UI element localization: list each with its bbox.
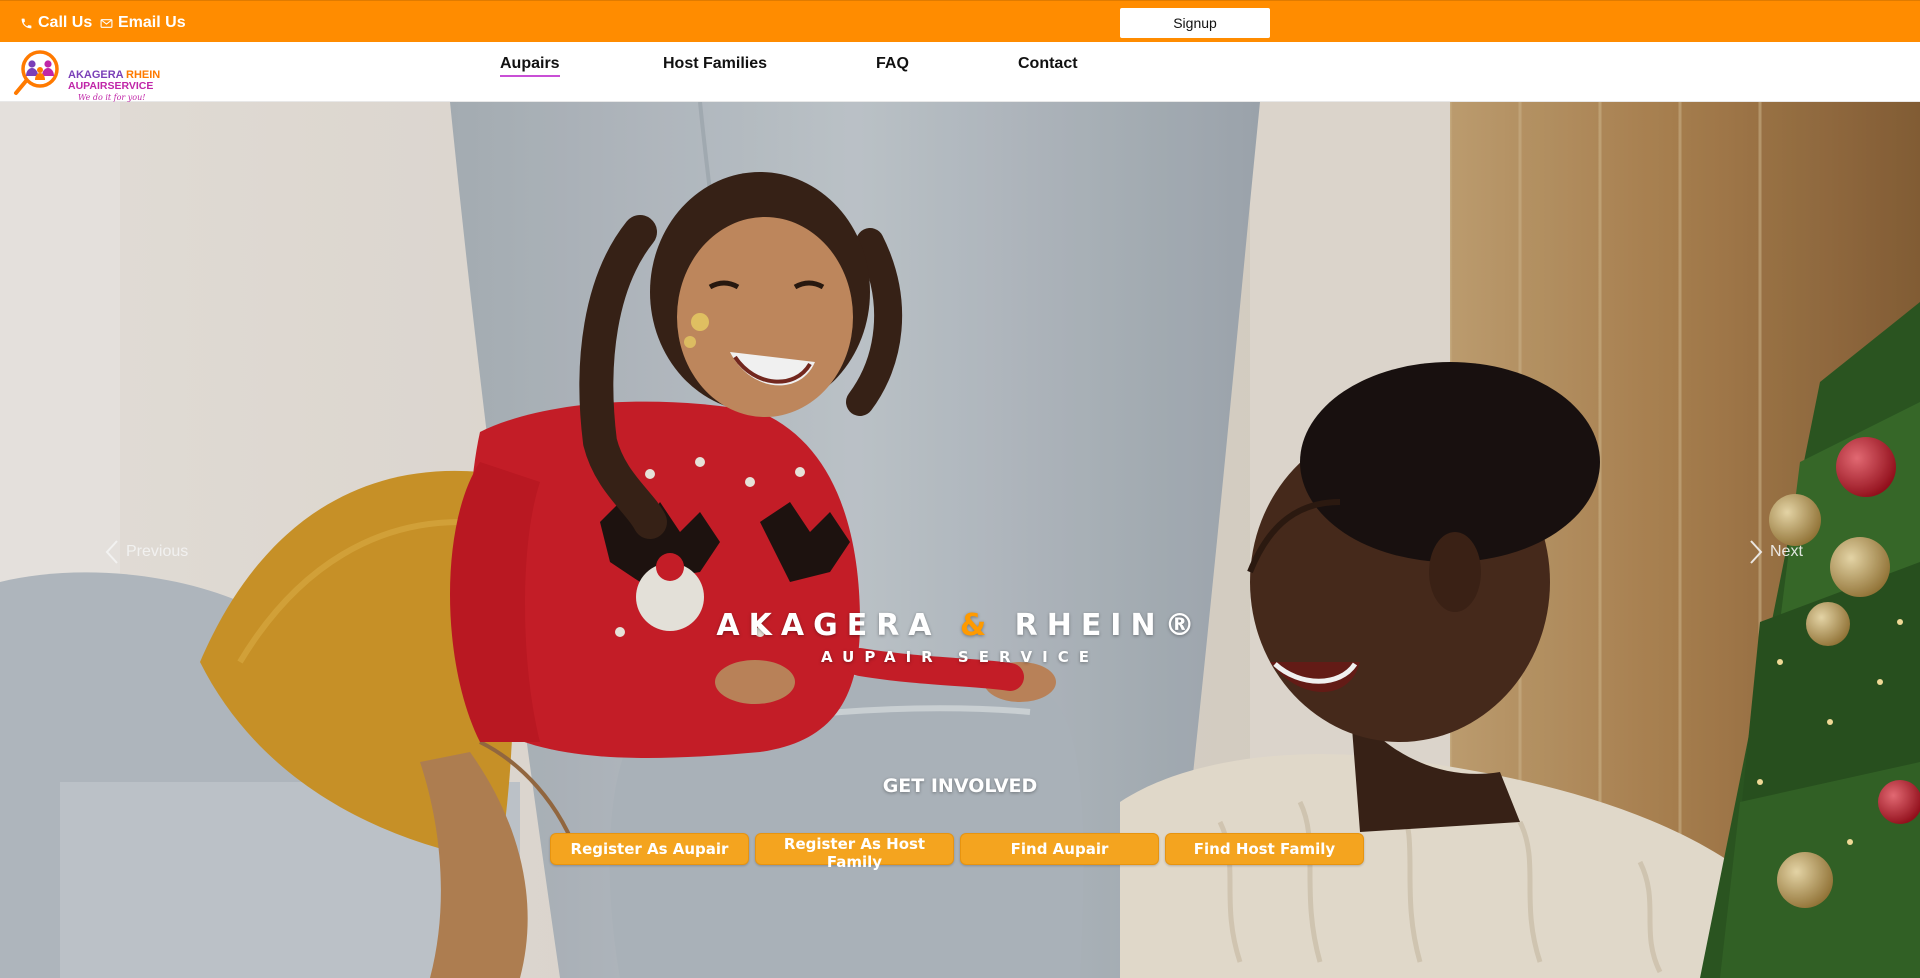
cta-button-row: Register As Aupair Register As Host Fami… (550, 833, 1364, 871)
carousel-next-label: Next (1770, 543, 1803, 560)
email-us-link[interactable]: Email Us (100, 14, 186, 32)
envelope-icon (100, 17, 113, 30)
register-host-family-button[interactable]: Register As Host Family (755, 833, 954, 871)
brand-part-akagera: AKAGERA (716, 608, 941, 643)
carousel-next-button[interactable]: Next (1748, 539, 1803, 565)
get-involved-heading: GET INVOLVED (882, 775, 1038, 797)
nav-faq[interactable]: FAQ (876, 55, 909, 75)
call-us-link[interactable]: Call Us (20, 14, 92, 32)
top-contact-bar: Call Us Email Us Signup (0, 0, 1920, 42)
nav-aupairs[interactable]: Aupairs (500, 55, 560, 77)
carousel-prev-button[interactable]: Previous (104, 539, 188, 565)
carousel-prev-label: Previous (126, 543, 189, 560)
hero-brand-subtitle: AUPAIR SERVICE (821, 648, 1099, 666)
register-aupair-button[interactable]: Register As Aupair (550, 833, 749, 865)
hero-carousel: Previous Next AKAGERA & RHEIN® AUPAIR SE… (0, 102, 1920, 978)
chevron-right-icon (1748, 539, 1764, 565)
main-navbar: AKAGERA RHEIN AUPAIRSERVICE We do it for… (0, 42, 1920, 102)
nav-host-families[interactable]: Host Families (663, 55, 767, 75)
logo-tagline: We do it for you! (78, 93, 146, 102)
hero-brand-title: AKAGERA & RHEIN® (0, 608, 1920, 643)
nav-contact[interactable]: Contact (1018, 55, 1078, 75)
brand-ampersand: & (959, 608, 996, 643)
logo-text-aupairservice: AUPAIRSERVICE (68, 80, 153, 92)
call-us-label: Call Us (38, 14, 93, 31)
chevron-left-icon (104, 539, 120, 565)
email-us-label: Email Us (118, 14, 186, 31)
find-host-family-button[interactable]: Find Host Family (1165, 833, 1364, 865)
brand-part-rhein: RHEIN® (1014, 608, 1204, 643)
phone-icon (20, 17, 33, 30)
find-aupair-button[interactable]: Find Aupair (960, 833, 1159, 865)
site-logo[interactable]: AKAGERA RHEIN AUPAIRSERVICE We do it for… (12, 47, 187, 103)
signup-button[interactable]: Signup (1120, 8, 1270, 38)
